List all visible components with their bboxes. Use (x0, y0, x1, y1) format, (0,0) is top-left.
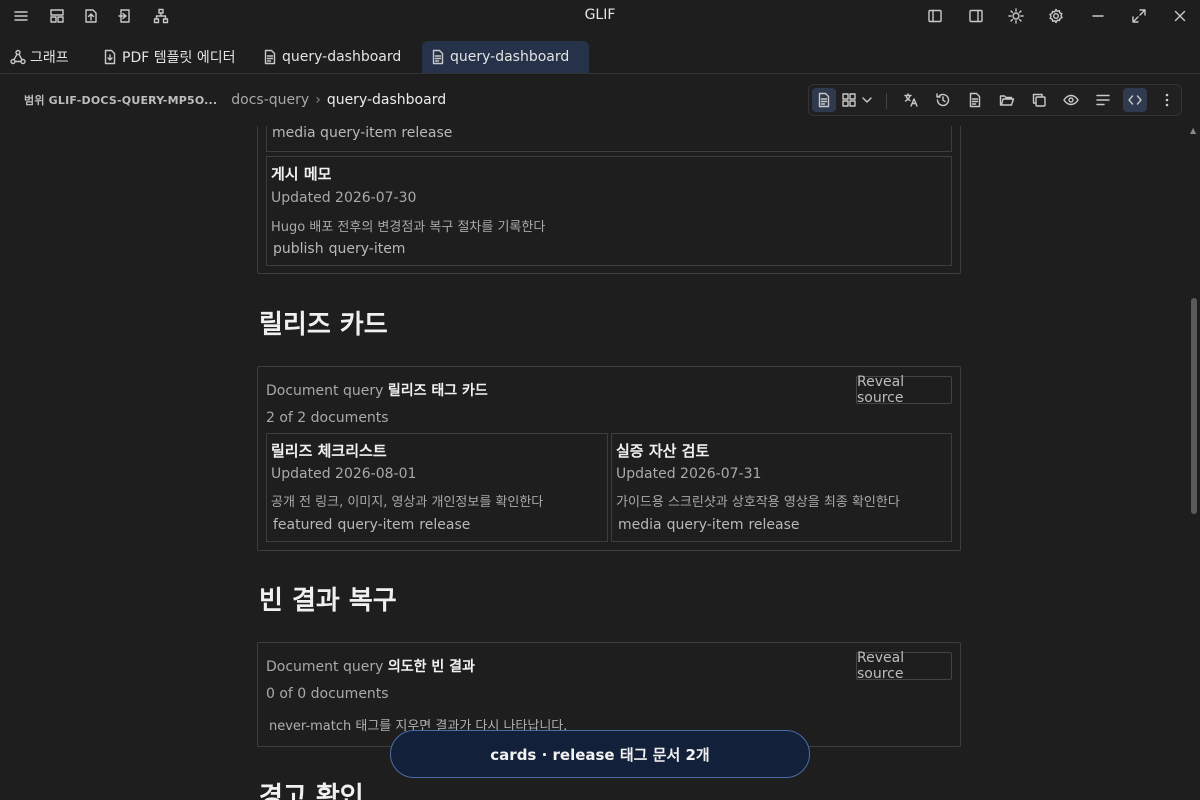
query-header: Document query 의도한 빈 결과 (266, 656, 475, 676)
section-heading: 경고 확인 (259, 782, 364, 800)
scrollbar[interactable]: ▲ (1188, 126, 1200, 800)
section-heading: 빈 결과 복구 (259, 586, 397, 616)
tag[interactable]: release (419, 517, 470, 533)
chevron-down-icon[interactable] (859, 88, 875, 112)
view-toolbar (808, 84, 1182, 116)
tag[interactable]: query-item (337, 517, 414, 533)
card-tags: media query-item release (272, 126, 453, 141)
sidebar-right-icon[interactable] (966, 6, 986, 26)
tab-label: PDF 템플릿 에디터 (122, 50, 236, 66)
tag[interactable]: featured (273, 517, 332, 533)
breadcrumb-folder[interactable]: docs-query (231, 92, 309, 108)
breadcrumb: 범위 GLIF-DOCS-QUERY-MP5O... docs-query › … (24, 92, 446, 108)
document-content: media query-item release 게시 메모 Updated 2… (0, 126, 1188, 800)
card-title: 실증 자산 검토 (616, 442, 710, 460)
tab-pdf-template-editor[interactable]: PDF 템플릿 에디터 (94, 41, 243, 73)
scrollbar-thumb[interactable] (1191, 298, 1197, 514)
card-title: 릴리즈 체크리스트 (271, 442, 387, 460)
breadcrumb-separator: › (315, 92, 321, 108)
tab-label: query-dashboard (450, 49, 570, 65)
gear-icon[interactable] (1046, 6, 1066, 26)
tab-query-dashboard-active[interactable]: query-dashboard (422, 41, 589, 73)
card-description: 공개 전 링크, 이미지, 영상과 개인정보를 확인한다 (271, 495, 544, 510)
document-query-box: Document query 릴리즈 태그 카드 Reveal source 2… (257, 366, 961, 551)
translate-icon[interactable] (899, 88, 923, 112)
eye-icon[interactable] (1059, 88, 1083, 112)
scroll-up-icon[interactable]: ▲ (1190, 126, 1198, 135)
tag[interactable]: media (618, 517, 662, 533)
tab-label: query-dashboard (282, 49, 402, 65)
more-vertical-icon[interactable] (1155, 88, 1179, 112)
toast-notification: cards · release 태그 문서 2개 (390, 730, 810, 778)
maximize-icon[interactable] (1129, 6, 1149, 26)
query-prefix: Document query (266, 659, 384, 675)
nav-bar: 범위 GLIF-DOCS-QUERY-MP5O... docs-query › … (0, 74, 1200, 126)
tag[interactable]: query-item (329, 241, 406, 257)
document-icon (432, 49, 444, 65)
toolbar-divider (886, 93, 887, 109)
breadcrumb-current[interactable]: query-dashboard (327, 92, 446, 108)
card-description: Hugo 배포 전후의 변경점과 복구 절차를 기록한다 (271, 220, 546, 235)
history-icon[interactable] (931, 88, 955, 112)
query-card[interactable]: 게시 메모 Updated 2026-07-30 Hugo 배포 전후의 변경점… (266, 156, 952, 266)
document-view-icon[interactable] (812, 88, 836, 112)
query-prefix: Document query (266, 383, 384, 399)
query-card-partial[interactable]: media query-item release (266, 126, 952, 152)
query-header: Document query 릴리즈 태그 카드 (266, 380, 488, 400)
graph-icon (10, 49, 26, 65)
card-description: 가이드용 스크린샷과 상호작용 영상을 최종 확인한다 (616, 495, 900, 510)
card-updated: Updated 2026-07-30 (271, 190, 417, 206)
document-icon (264, 49, 276, 65)
query-card[interactable]: 릴리즈 체크리스트 Updated 2026-08-01 공개 전 링크, 이미… (266, 433, 608, 542)
align-icon[interactable] (1091, 88, 1115, 112)
tag[interactable]: publish (273, 241, 324, 257)
grid-view-icon[interactable] (837, 88, 861, 112)
tab-label: 그래프 (30, 50, 69, 66)
query-title: 릴리즈 태그 카드 (387, 383, 488, 399)
query-card[interactable]: 실증 자산 검토 Updated 2026-07-31 가이드용 스크린샷과 상… (611, 433, 952, 542)
card-tags: media query-item release (618, 517, 800, 533)
reveal-source-button[interactable]: Reveal source (856, 650, 952, 682)
copy-icon[interactable] (1027, 88, 1051, 112)
tag[interactable]: query-item (667, 517, 744, 533)
file-text-icon[interactable] (963, 88, 987, 112)
tab-query-dashboard[interactable]: query-dashboard (254, 41, 409, 73)
tag[interactable]: release (748, 517, 799, 533)
close-icon[interactable] (1170, 6, 1190, 26)
card-title: 게시 메모 (271, 165, 332, 183)
code-icon[interactable] (1123, 88, 1147, 112)
query-count: 2 of 2 documents (266, 410, 389, 426)
query-box-partial: media query-item release 게시 메모 Updated 2… (257, 126, 961, 274)
folder-open-icon[interactable] (995, 88, 1019, 112)
tab-graph[interactable]: 그래프 (2, 41, 77, 73)
sidebar-left-icon[interactable] (925, 6, 945, 26)
query-count: 0 of 0 documents (266, 686, 389, 702)
card-tags: featured query-item release (273, 517, 470, 533)
card-updated: Updated 2026-07-31 (616, 466, 762, 482)
breadcrumb-scope[interactable]: 범위 GLIF-DOCS-QUERY-MP5O... (24, 92, 217, 108)
sun-icon[interactable] (1006, 6, 1026, 26)
card-tags: publish query-item (273, 241, 405, 257)
title-bar: GLIF (0, 0, 1200, 32)
section-heading: 릴리즈 카드 (259, 310, 388, 340)
pdf-file-icon (104, 49, 116, 65)
reveal-source-button[interactable]: Reveal source (856, 374, 952, 406)
tab-bar: 그래프 PDF 템플릿 에디터 query-dashboard query-da… (0, 32, 1200, 74)
card-updated: Updated 2026-08-01 (271, 466, 417, 482)
query-title: 의도한 빈 결과 (387, 659, 475, 675)
minimize-icon[interactable] (1088, 6, 1108, 26)
